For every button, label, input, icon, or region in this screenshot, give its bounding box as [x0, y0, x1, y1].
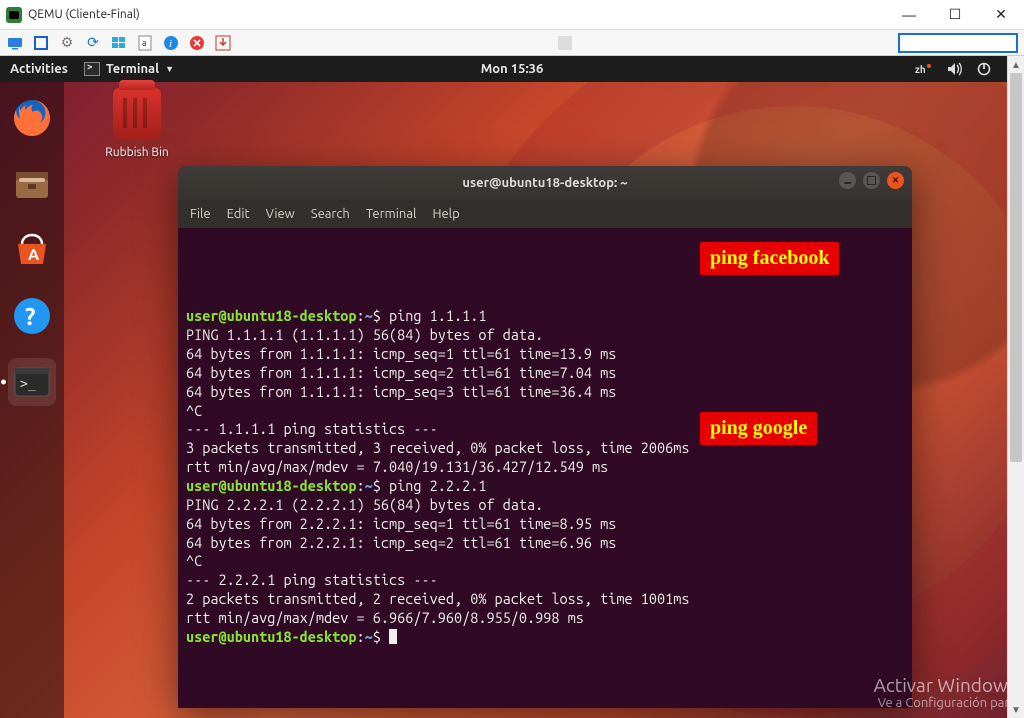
terminal-window: user@ubuntu18-desktop: ~ File Edit View …	[178, 166, 912, 708]
terminal-output-line: 64 bytes from 1.1.1.1: icmp_seq=3 ttl=61…	[186, 383, 904, 402]
host-close-button[interactable]: ✕	[978, 0, 1024, 30]
scroll-down-icon[interactable]: ▼	[1008, 701, 1024, 718]
host-window-titlebar: QEMU (Cliente-Final) — ☐ ✕	[0, 0, 1024, 30]
chevron-down-icon: ▼	[165, 64, 174, 74]
terminal-icon	[84, 62, 100, 76]
qemu-tool-page-icon[interactable]: a	[136, 34, 154, 52]
power-icon[interactable]	[977, 62, 991, 76]
terminal-menu-file[interactable]: File	[190, 207, 211, 221]
qemu-tool-fullscreen-icon[interactable]	[32, 34, 50, 52]
qemu-tool-info-icon[interactable]: i	[162, 34, 180, 52]
terminal-output-line: 64 bytes from 2.2.2.1: icmp_seq=2 ttl=61…	[186, 534, 904, 553]
qemu-tool-refresh-icon[interactable]: ⟳	[84, 34, 102, 52]
terminal-output-line: 64 bytes from 2.2.2.1: icmp_seq=1 ttl=61…	[186, 515, 904, 534]
terminal-prompt-line: user@ubuntu18-desktop:~$ ping 1.1.1.1	[186, 307, 904, 326]
terminal-maximize-button[interactable]	[863, 172, 880, 189]
terminal-cursor	[389, 629, 397, 644]
scroll-up-icon[interactable]: ▲	[1008, 56, 1024, 73]
qemu-tool-monitor-icon[interactable]	[6, 34, 24, 52]
svg-text:A: A	[28, 246, 40, 264]
dock-app-help[interactable]: ?	[8, 292, 56, 340]
dock-app-files[interactable]	[8, 160, 56, 208]
terminal-prompt-line: user@ubuntu18-desktop:~$ ping 2.2.2.1	[186, 477, 904, 496]
qemu-icon	[6, 7, 22, 23]
watermark-line2: Ve a Configuración para	[874, 696, 1016, 710]
svg-text:>_: >_	[20, 377, 36, 392]
terminal-body[interactable]: ping facebook ping google user@ubuntu18-…	[178, 228, 912, 708]
windows-activation-watermark: Activar Windows Ve a Configuración para	[874, 674, 1016, 710]
terminal-menubar: File Edit View Search Terminal Help	[178, 200, 912, 228]
terminal-output-line: ^C	[186, 552, 904, 571]
terminal-menu-help[interactable]: Help	[432, 207, 459, 221]
terminal-close-button[interactable]	[887, 172, 904, 189]
volume-icon[interactable]	[947, 62, 963, 76]
watermark-line1: Activar Windows	[874, 674, 1016, 696]
terminal-menu-terminal[interactable]: Terminal	[366, 207, 417, 221]
qemu-toolbar: ⚙ ⟳ a i	[0, 30, 1024, 56]
terminal-output-line: 2 packets transmitted, 2 received, 0% pa…	[186, 590, 904, 609]
annotation-ping-google: ping google	[700, 412, 817, 445]
terminal-title-label: user@ubuntu18-desktop: ~	[462, 176, 627, 190]
host-maximize-button[interactable]: ☐	[932, 0, 978, 30]
terminal-prompt-line: user@ubuntu18-desktop:~$	[186, 628, 904, 647]
scroll-thumb[interactable]	[1010, 73, 1022, 462]
qemu-tool-settings-icon[interactable]: ⚙	[58, 34, 76, 52]
svg-text:a: a	[142, 38, 147, 48]
svg-text:?: ?	[25, 303, 36, 330]
terminal-menu-view[interactable]: View	[266, 207, 295, 221]
svg-text:zh: zh	[915, 64, 926, 75]
terminal-output-line: PING 1.1.1.1 (1.1.1.1) 56(84) bytes of d…	[186, 326, 904, 345]
host-scrollbar[interactable]: ▲ ▼	[1007, 56, 1024, 718]
trash-icon	[113, 88, 161, 140]
qemu-search-input[interactable]	[898, 33, 1018, 53]
qemu-toolbar-separator	[558, 36, 572, 50]
terminal-output-line: rtt min/avg/max/mdev = 6.966/7.960/8.955…	[186, 609, 904, 628]
terminal-output-line: PING 2.2.2.1 (2.2.2.1) 56(84) bytes of d…	[186, 496, 904, 515]
desktop-trash-label: Rubbish Bin	[92, 146, 182, 159]
terminal-menu-edit[interactable]: Edit	[227, 207, 250, 221]
activities-button[interactable]: Activities	[10, 62, 68, 76]
dock-app-firefox[interactable]	[8, 94, 56, 142]
terminal-minimize-button[interactable]	[839, 172, 856, 189]
gnome-top-bar: Activities Terminal ▼ Mon 15:36 zh ▼	[0, 56, 1024, 82]
dock-app-software[interactable]: A	[8, 226, 56, 274]
keyboard-layout-icon[interactable]: zh	[915, 62, 933, 76]
qemu-tool-windows-icon[interactable]	[110, 34, 128, 52]
terminal-menu-search[interactable]: Search	[311, 207, 350, 221]
terminal-output-line: 64 bytes from 1.1.1.1: icmp_seq=2 ttl=61…	[186, 364, 904, 383]
terminal-output-line: rtt min/avg/max/mdev = 7.040/19.131/36.4…	[186, 458, 904, 477]
vm-viewport: Activities Terminal ▼ Mon 15:36 zh ▼	[0, 56, 1024, 718]
dock-app-terminal[interactable]: >_	[8, 358, 56, 406]
app-menu-button[interactable]: Terminal ▼	[84, 62, 174, 76]
qemu-tool-stop-icon[interactable]	[188, 34, 206, 52]
qemu-tool-download-icon[interactable]	[214, 34, 232, 52]
desktop-trash[interactable]: Rubbish Bin	[92, 88, 182, 159]
annotation-ping-facebook: ping facebook	[700, 242, 839, 275]
gnome-dock: A ? >_	[0, 82, 64, 718]
terminal-titlebar[interactable]: user@ubuntu18-desktop: ~	[178, 166, 912, 200]
host-window-title: QEMU (Cliente-Final)	[28, 8, 140, 21]
terminal-output-line: 64 bytes from 1.1.1.1: icmp_seq=1 ttl=61…	[186, 345, 904, 364]
host-minimize-button[interactable]: —	[886, 0, 932, 30]
svg-text:i: i	[169, 38, 172, 50]
app-menu-label: Terminal	[106, 62, 159, 76]
terminal-output-line: --- 2.2.2.1 ping statistics ---	[186, 571, 904, 590]
clock-label[interactable]: Mon 15:36	[481, 62, 544, 76]
